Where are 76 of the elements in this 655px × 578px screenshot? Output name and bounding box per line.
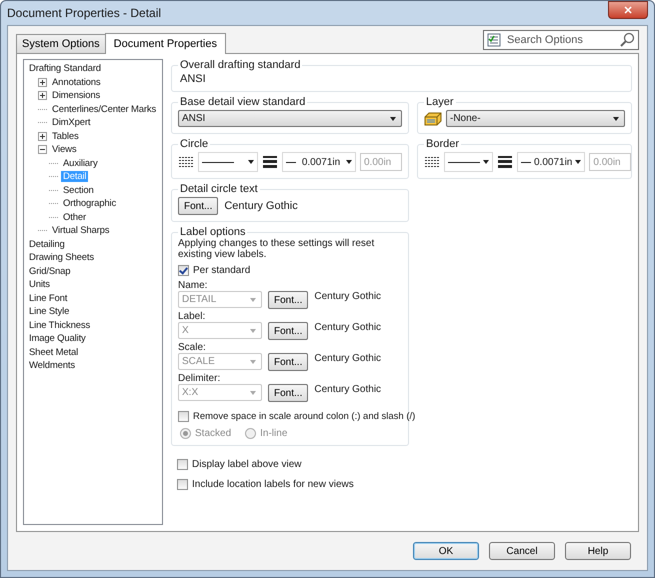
radio-label: In-line xyxy=(260,428,288,439)
tree-item[interactable]: Dimensions xyxy=(50,90,102,102)
line-style-dropdown[interactable] xyxy=(198,152,258,172)
line-style-icon xyxy=(424,156,440,168)
tree-item[interactable]: Other xyxy=(61,212,88,223)
search-field[interactable]: Search Options xyxy=(483,30,639,50)
checkbox-label: Per standard xyxy=(193,264,250,276)
group-title: Overall drafting standard xyxy=(179,59,302,71)
tree-item[interactable]: Annotations xyxy=(50,76,103,88)
tree-item[interactable]: Line Style xyxy=(27,306,72,318)
line-thickness-dropdown[interactable]: 0.0071in xyxy=(517,152,586,172)
dialog-button[interactable]: Help xyxy=(565,542,631,560)
font-name: Century Gothic xyxy=(224,200,298,212)
line-style-icon xyxy=(178,156,194,168)
tree-item[interactable]: Line Thickness xyxy=(27,320,92,331)
tree-item[interactable]: Weldments xyxy=(27,360,77,372)
tree-item[interactable]: Virtual Sharps xyxy=(50,225,112,236)
search-input[interactable]: Search Options xyxy=(505,33,615,47)
expand-icon[interactable] xyxy=(38,91,47,100)
group-title: Label options xyxy=(179,226,246,238)
tab[interactable]: Document Properties xyxy=(104,33,226,54)
tree-item[interactable]: Drafting Standard xyxy=(27,63,103,74)
group-title: Base detail view standard xyxy=(179,96,306,108)
tree-item[interactable]: Tables xyxy=(50,130,81,142)
expand-icon[interactable] xyxy=(38,132,47,141)
tree-item[interactable]: Views xyxy=(50,144,78,156)
group-title: Border xyxy=(425,138,460,150)
checkbox[interactable] xyxy=(177,458,188,470)
group-title: Detail circle text xyxy=(179,183,259,195)
tree-item[interactable]: Drawing Sheets xyxy=(27,252,96,264)
field-label: Scale: xyxy=(178,342,207,353)
window-title: Document Properties - Detail xyxy=(7,6,162,20)
font-button[interactable]: Font... xyxy=(178,197,218,215)
line-style-dropdown[interactable] xyxy=(444,152,493,172)
checkbox[interactable] xyxy=(178,410,189,422)
tree-item[interactable]: Image Quality xyxy=(27,333,88,344)
collapse-icon[interactable] xyxy=(38,145,47,154)
field-label: Label: xyxy=(178,311,206,322)
expand-icon[interactable] xyxy=(38,78,47,87)
checkbox[interactable] xyxy=(178,264,189,276)
tree-item[interactable]: Line Font xyxy=(27,292,70,304)
checkbox-label: Include location labels for new views xyxy=(192,478,354,490)
tree-item[interactable]: Sheet Metal xyxy=(27,346,80,358)
checkbox-label: Remove space in scale around colon (:) and slash (/) xyxy=(193,410,416,422)
radio-label: Stacked xyxy=(195,428,232,439)
font-name: Century Gothic xyxy=(314,291,382,302)
group-title: Layer xyxy=(425,96,455,108)
standard-dropdown[interactable]: ANSI xyxy=(178,110,402,127)
tab[interactable]: System Options xyxy=(16,34,106,53)
standard-value: ANSI xyxy=(179,73,206,85)
line-thickness-dropdown[interactable]: 0.0071in xyxy=(282,152,356,172)
font-name: Century Gothic xyxy=(314,322,382,333)
checkbox[interactable] xyxy=(177,478,188,490)
tree-item[interactable]: Grid/Snap xyxy=(27,266,72,277)
font-name: Century Gothic xyxy=(314,353,382,364)
search-icon xyxy=(619,32,635,48)
tree-item[interactable]: Orthographic xyxy=(61,198,118,210)
font-name: Century Gothic xyxy=(314,384,382,395)
line-thickness-icon xyxy=(497,156,513,168)
layer-dropdown[interactable]: -None- xyxy=(446,110,625,127)
layers-icon xyxy=(424,112,442,126)
dialog-button[interactable]: OK xyxy=(413,542,479,560)
options-list-icon xyxy=(487,33,501,47)
tree-item[interactable]: Units xyxy=(27,279,52,290)
group-title: Circle xyxy=(179,138,210,150)
field-label: Name: xyxy=(178,280,208,291)
dialog-button[interactable]: Cancel xyxy=(489,542,555,560)
tree-item[interactable]: Centerlines/Center Marks xyxy=(50,104,158,115)
tree-item[interactable]: Auxiliary xyxy=(61,158,100,169)
checkbox-label: Display label above view xyxy=(192,458,302,470)
tree-item[interactable]: DimXpert xyxy=(50,117,92,128)
warning-text: Applying changes to these settings will reset existing view labels. xyxy=(178,238,376,260)
line-thickness-icon xyxy=(262,156,278,168)
tree-item[interactable]: Section xyxy=(61,184,96,196)
tree-item[interactable]: Detailing xyxy=(27,238,67,250)
field-label: Delimiter: xyxy=(178,373,222,384)
